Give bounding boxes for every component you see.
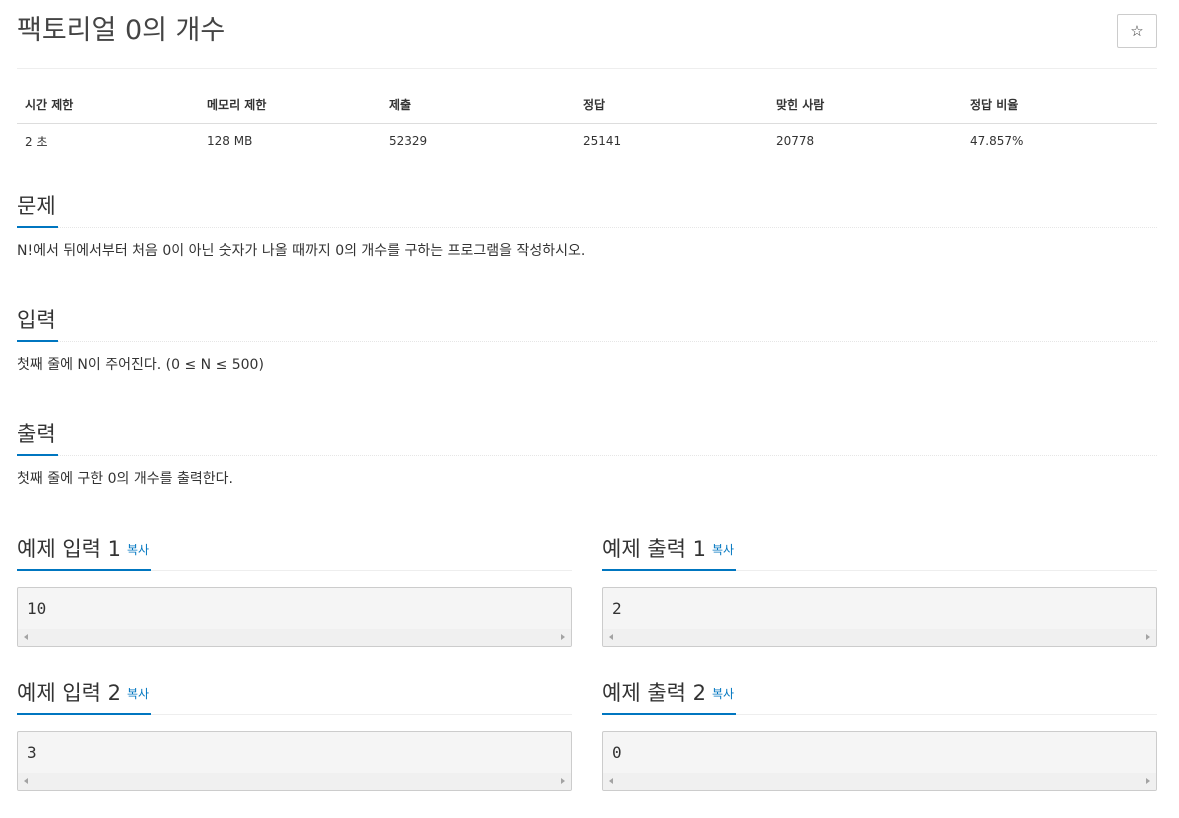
copy-button[interactable]: 복사 [712,687,734,701]
horizontal-scrollbar[interactable] [603,629,1156,646]
header-submissions: 제출 [381,87,575,124]
header-solved-users: 맞힌 사람 [768,87,962,124]
description-section: 문제 N!에서 뒤에서부터 처음 0이 아닌 숫자가 나올 때까지 0의 개수를… [17,188,1157,259]
header-accepted: 정답 [575,87,768,124]
value-submissions: 52329 [389,134,428,149]
input-title: 입력 [17,306,58,342]
sample-input-1-head: 예제 입력 1 복사 [17,531,572,571]
sample-input-2-head: 예제 입력 2 복사 [17,675,572,715]
input-head: 입력 [17,302,1157,342]
sample-input-2-label: 예제 입력 2 [17,681,121,705]
value-accepted: 25141 [583,134,622,149]
sample-output-1: 예제 출력 1 복사 2 [602,531,1157,647]
description-head: 문제 [17,188,1157,228]
scroll-left-icon[interactable] [609,778,613,784]
horizontal-scrollbar[interactable] [603,773,1156,790]
scroll-right-icon[interactable] [1146,634,1150,640]
sample-input-1: 예제 입력 1 복사 10 [17,531,572,647]
sample-output-2-value: 0 [612,743,622,762]
sample-input-2-box[interactable]: 3 [17,731,572,791]
value-time-limit: 2 초 [25,134,48,149]
problem-page: 팩토리얼 0의 개수 ☆ 시간 제한 메모리 제한 제출 정답 맞힌 사람 정답… [17,0,1157,791]
value-accept-rate: 47.857% [970,134,1024,149]
output-title: 출력 [17,420,58,456]
star-icon: ☆ [1130,23,1144,40]
scroll-left-icon[interactable] [24,634,28,640]
header-time-limit: 시간 제한 [17,87,199,124]
sample-input-1-title: 예제 입력 1 복사 [17,535,152,571]
scroll-right-icon[interactable] [561,778,565,784]
sample-output-1-label: 예제 출력 1 [602,537,706,561]
info-value-row: 2 초 128 MB 52329 25141 20778 47.857% [17,123,1157,159]
problem-header: 팩토리얼 0의 개수 ☆ [17,0,1157,69]
copy-button[interactable]: 복사 [127,543,149,557]
header-memory-limit: 메모리 제한 [199,87,381,124]
sample-output-2-head: 예제 출력 2 복사 [602,675,1157,715]
problem-info-table: 시간 제한 메모리 제한 제출 정답 맞힌 사람 정답 비율 2 초 128 M… [17,87,1157,159]
output-section: 출력 첫째 줄에 구한 0의 개수를 출력한다. [17,416,1157,487]
sample-input-2-title: 예제 입력 2 복사 [17,679,152,715]
scroll-right-icon[interactable] [1146,778,1150,784]
scroll-left-icon[interactable] [609,634,613,640]
header-accept-rate: 정답 비율 [962,87,1157,124]
horizontal-scrollbar[interactable] [18,629,571,646]
output-text: 첫째 줄에 구한 0의 개수를 출력한다. [17,471,233,487]
horizontal-scrollbar[interactable] [18,773,571,790]
description-title: 문제 [17,192,58,228]
copy-button[interactable]: 복사 [712,543,734,557]
input-section: 입력 첫째 줄에 N이 주어진다. (0 ≤ N ≤ 500) [17,302,1157,373]
description-text: N!에서 뒤에서부터 처음 0이 아닌 숫자가 나올 때까지 0의 개수를 구하… [17,243,586,259]
problem-title: 팩토리얼 0의 개수 [17,15,226,46]
sample-input-2-value: 3 [27,743,37,762]
sample-output-1-box[interactable]: 2 [602,587,1157,647]
value-memory-limit: 128 MB [207,134,253,149]
scroll-right-icon[interactable] [561,634,565,640]
sample-input-1-value: 10 [27,599,47,618]
sample-output-1-head: 예제 출력 1 복사 [602,531,1157,571]
star-button[interactable]: ☆ [1117,14,1157,48]
sample-output-2: 예제 출력 2 복사 0 [602,675,1157,791]
output-head: 출력 [17,416,1157,456]
copy-button[interactable]: 복사 [127,687,149,701]
sample-output-1-value: 2 [612,599,622,618]
info-header-row: 시간 제한 메모리 제한 제출 정답 맞힌 사람 정답 비율 [17,87,1157,124]
sample-input-2: 예제 입력 2 복사 3 [17,675,572,791]
sample-output-2-title: 예제 출력 2 복사 [602,679,737,715]
sample-input-1-box[interactable]: 10 [17,587,572,647]
scroll-left-icon[interactable] [24,778,28,784]
sample-input-1-label: 예제 입력 1 [17,537,121,561]
value-solved-users: 20778 [776,134,815,149]
input-text: 첫째 줄에 N이 주어진다. (0 ≤ N ≤ 500) [17,357,264,373]
sample-output-2-label: 예제 출력 2 [602,681,706,705]
sample-output-2-box[interactable]: 0 [602,731,1157,791]
sample-output-1-title: 예제 출력 1 복사 [602,535,737,571]
